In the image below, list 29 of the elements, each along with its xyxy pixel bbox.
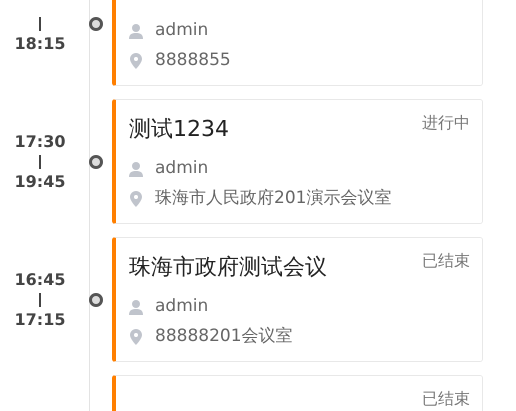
end-time: 19:45	[14, 172, 66, 192]
meeting-card[interactable]: 已结束	[112, 375, 483, 411]
time-separator	[39, 16, 41, 30]
location-pin-icon	[130, 191, 142, 207]
organizer-name: admin	[155, 295, 208, 318]
end-time: 17:15	[14, 310, 66, 330]
person-icon	[129, 161, 143, 177]
time-separator	[39, 154, 41, 168]
meeting-location: 8888855	[155, 49, 231, 72]
start-time: 16:45	[14, 270, 66, 290]
meeting-card[interactable]: admin 8888855	[112, 0, 483, 86]
meeting-status: 进行中	[422, 113, 470, 133]
time-separator	[39, 292, 41, 306]
organizer-name: admin	[155, 19, 208, 42]
meeting-location: 珠海市人民政府201演示会议室	[155, 187, 392, 210]
person-icon	[129, 299, 143, 315]
end-time: 18:15	[14, 34, 66, 54]
person-icon	[129, 23, 143, 39]
meeting-status: 已结束	[422, 251, 470, 271]
location-pin-icon	[130, 329, 142, 345]
meeting-location: 88888201会议室	[155, 325, 293, 348]
start-time: 17:30	[14, 132, 66, 152]
meeting-card[interactable]: 珠海市政府测试会议 已结束 admin 88888201会议室	[112, 237, 483, 362]
meeting-status: 已结束	[422, 389, 470, 409]
location-pin-icon	[130, 53, 142, 69]
meeting-title: 珠海市政府测试会议	[129, 254, 327, 282]
meeting-card[interactable]: 测试1234 进行中 admin 珠海市人民政府201演示会议室	[112, 99, 483, 224]
meeting-title: 测试1234	[129, 116, 229, 144]
organizer-name: admin	[155, 157, 208, 180]
